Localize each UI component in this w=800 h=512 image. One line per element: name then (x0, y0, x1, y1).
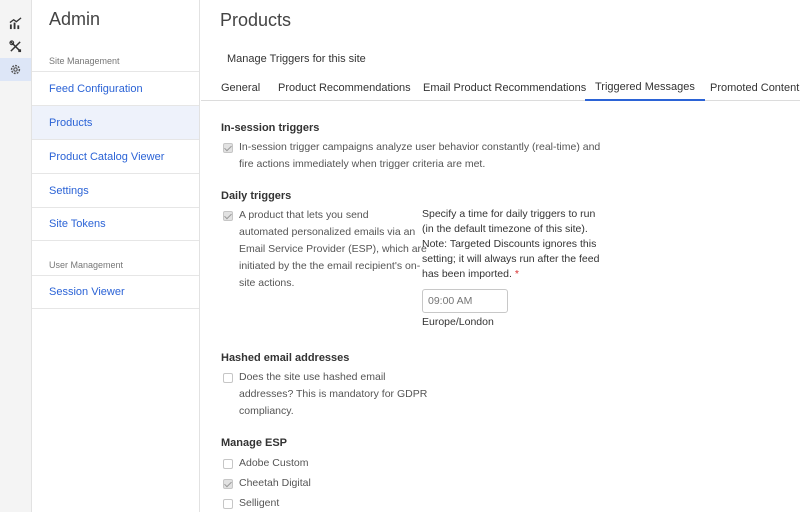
esp-option-cheetah-digital[interactable]: Cheetah Digital (223, 477, 311, 492)
section-label-user-management: User Management (49, 260, 124, 270)
daily-line: initiated by the the email recipient's o… (239, 260, 421, 272)
esp-option-selligent[interactable]: Selligent (223, 497, 280, 512)
sidebar-title: Admin (49, 9, 101, 29)
page-title: Products (220, 10, 292, 30)
daily-time-input[interactable] (422, 289, 508, 313)
tab-email-product-recommendations[interactable]: Email Product Recommendations (413, 75, 596, 101)
hashed-line: addresses? This is mandatory for GDPR (239, 388, 428, 400)
time-help-line: has been imported. (422, 268, 512, 280)
gear-icon (10, 64, 21, 75)
esp-option-adobe-custom[interactable]: Adobe Custom (223, 457, 309, 472)
esp-checkbox-adobe-custom[interactable] (223, 459, 233, 469)
hashed-email-checkbox[interactable] (223, 373, 233, 383)
tab-bar: General Product Recommendations Email Pr… (201, 75, 800, 101)
sidebar-item-session-viewer[interactable]: Session Viewer (32, 275, 199, 309)
esp-label: Cheetah Digital (239, 477, 311, 489)
tab-product-recommendations[interactable]: Product Recommendations (268, 75, 421, 101)
sidebar-item-feed-configuration[interactable]: Feed Configuration (32, 71, 199, 105)
sidebar-item-settings[interactable]: Settings (32, 173, 199, 207)
section-title: Manage Triggers for this site (227, 53, 366, 65)
in-session-heading: In-session triggers (221, 122, 320, 134)
hashed-email-heading: Hashed email addresses (221, 352, 350, 364)
in-session-line: fire actions immediately when trigger cr… (239, 158, 486, 170)
esp-checkbox-cheetah-digital[interactable] (223, 479, 233, 489)
sidebar-item-product-catalog-viewer[interactable]: Product Catalog Viewer (32, 139, 199, 173)
daily-triggers-description: A product that lets you send automated p… (239, 207, 427, 292)
tab-general[interactable]: General (211, 75, 270, 101)
tools-icon (9, 40, 22, 53)
esp-label: Selligent (239, 497, 280, 509)
admin-sidebar: Admin Site Management Feed Configuration… (32, 0, 200, 512)
daily-time-help: Specify a time for daily triggers to run… (422, 207, 612, 282)
chart-icon (9, 17, 22, 30)
daily-line: automated personalized emails via an (239, 226, 416, 238)
hashed-email-option: Does the site use hashed email addresses… (223, 369, 427, 420)
tools-nav-button[interactable] (0, 35, 31, 58)
in-session-line: In-session trigger campaigns analyze use… (239, 141, 601, 153)
required-marker: * (514, 268, 519, 280)
icon-rail (0, 0, 32, 512)
daily-triggers-checkbox[interactable] (223, 211, 233, 221)
time-help-line: setting; it will always run after the fe… (422, 253, 600, 265)
daily-triggers-heading: Daily triggers (221, 190, 292, 202)
esp-label: Adobe Custom (239, 457, 309, 469)
section-label-site-management: Site Management (49, 56, 120, 66)
time-help-line: Specify a time for daily triggers to run (422, 208, 596, 220)
hashed-line: compliancy. (239, 405, 294, 417)
tab-triggered-messages[interactable]: Triggered Messages (585, 75, 705, 101)
in-session-checkbox[interactable] (223, 143, 233, 153)
in-session-option: In-session trigger campaigns analyze use… (223, 139, 600, 173)
main-content: Products Manage Triggers for this site G… (201, 0, 800, 512)
timezone-label: Europe/London (422, 316, 494, 328)
hashed-line: Does the site use hashed email (239, 371, 386, 383)
analytics-nav-button[interactable] (0, 12, 31, 35)
daily-line: site actions. (239, 277, 295, 289)
time-help-line: Note: Targeted Discounts ignores this (422, 238, 597, 250)
daily-line: A product that lets you send (239, 209, 369, 221)
daily-line: Email Service Provider (ESP), which are (239, 243, 427, 255)
esp-checkbox-selligent[interactable] (223, 499, 233, 509)
sidebar-item-products[interactable]: Products (32, 105, 199, 139)
manage-esp-heading: Manage ESP (221, 437, 288, 449)
daily-triggers-option: A product that lets you send automated p… (223, 207, 427, 292)
hashed-email-description: Does the site use hashed email addresses… (239, 369, 427, 420)
settings-nav-button[interactable] (0, 58, 31, 81)
sidebar-item-site-tokens[interactable]: Site Tokens (32, 207, 199, 241)
in-session-description: In-session trigger campaigns analyze use… (239, 139, 600, 173)
tab-promoted-content[interactable]: Promoted Content (700, 75, 800, 101)
time-help-line: (in the default timezone of this site). (422, 223, 588, 235)
